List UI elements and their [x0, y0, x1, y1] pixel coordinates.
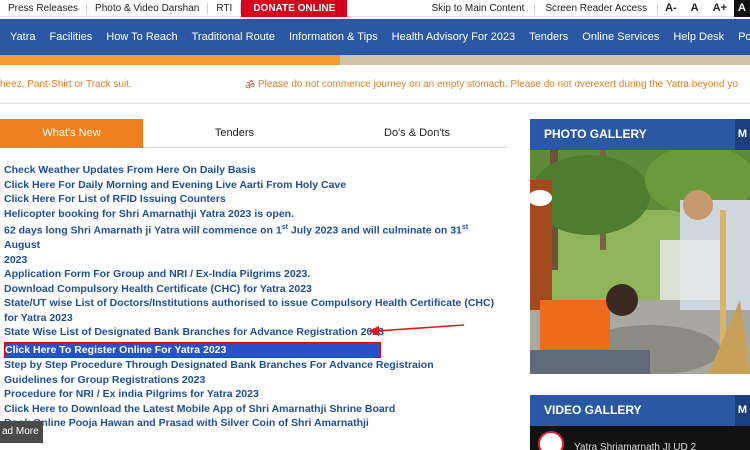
- divider: [0, 103, 750, 104]
- video-gallery-title: VIDEO GALLERY: [544, 403, 642, 417]
- tab-dos-donts[interactable]: Do's & Don'ts: [326, 119, 508, 148]
- video-gallery-cut-label: M: [735, 395, 750, 426]
- yatra-dates-c: August: [4, 239, 41, 251]
- accessibility-controls: Skip to Main Content Screen Reader Acces…: [422, 0, 750, 17]
- nav-item-policies[interactable]: Policies: [731, 31, 750, 43]
- video-title: Yatra Shriamarnath JI UD 2: [574, 442, 697, 450]
- news-link-nri-procedure[interactable]: Procedure for NRI / Ex india Pilgrims fo…: [4, 387, 504, 402]
- tab-tenders[interactable]: Tenders: [143, 119, 326, 148]
- photo-gallery-header: PHOTO GALLERY M: [530, 119, 750, 150]
- nav-item-traditional-route[interactable]: Traditional Route: [185, 31, 282, 43]
- news-link-rfid-counters[interactable]: Click Here For List of RFID Issuing Coun…: [4, 192, 504, 207]
- photo-gallery-cut-label: M: [735, 119, 750, 150]
- read-more-button[interactable]: ad More: [0, 421, 43, 443]
- news-link-mobile-app[interactable]: Click Here to Download the Latest Mobile…: [4, 402, 504, 417]
- news-link-yatra-dates[interactable]: 62 days long Shri Amarnath ji Yatra will…: [4, 221, 504, 267]
- yatra-dates-sup2: st: [461, 224, 469, 231]
- donate-online-button[interactable]: DONATE ONLINE: [241, 0, 348, 17]
- rti-link[interactable]: RTI: [208, 3, 242, 14]
- doctors-list-line2: for Yatra 2023: [4, 311, 73, 324]
- ticker-text-1: heez, Pant-Shirt or Track suit.: [0, 79, 132, 90]
- news-link-live-aarti[interactable]: Click Here For Daily Morning and Evening…: [4, 178, 504, 193]
- news-tabs: What's New Tenders Do's & Don'ts: [0, 119, 508, 148]
- yatra-dates-a: 62 days long Shri Amarnath ji Yatra will…: [4, 224, 282, 237]
- video-gallery-header: VIDEO GALLERY M: [530, 395, 750, 426]
- nav-item-online-services[interactable]: Online Services: [575, 31, 666, 43]
- news-link-weather[interactable]: Check Weather Updates From Here On Daily…: [4, 163, 504, 178]
- red-arrow-annotation: [368, 324, 465, 336]
- video-thumbnail[interactable]: Yatra Shriamarnath JI UD 2: [530, 426, 750, 450]
- news-link-pooja-hawan[interactable]: Book Online Pooja Hawan and Prasad with …: [4, 416, 504, 431]
- news-link-group-guidelines[interactable]: Guidelines for Group Registrations 2023: [4, 373, 504, 388]
- nav-item-yatra[interactable]: Yatra: [0, 31, 42, 43]
- nav-item-how-to-reach[interactable]: How To Reach: [99, 31, 184, 43]
- screen-reader-link[interactable]: Screen Reader Access: [535, 3, 659, 14]
- ticker-text-2: Please do not commence journey on an emp…: [258, 79, 738, 90]
- whats-new-list: Check Weather Updates From Here On Daily…: [4, 163, 504, 431]
- banner-stripe: [0, 55, 750, 65]
- yatra-dates-b: July 2023 and will culminate on 31: [288, 224, 462, 237]
- utility-bar: Press Releases Photo & Video Darshan RTI…: [0, 0, 750, 17]
- font-increase-button[interactable]: A+: [706, 3, 734, 14]
- om-icon: ॐ: [245, 80, 256, 92]
- nav-item-tenders[interactable]: Tenders: [522, 31, 575, 43]
- nav-item-information-tips[interactable]: Information & Tips: [282, 31, 385, 43]
- nav-item-health-advisory[interactable]: Health Advisory For 2023: [385, 31, 523, 43]
- news-link-application-form[interactable]: Application Form For Group and NRI / Ex-…: [4, 267, 504, 282]
- high-contrast-button[interactable]: A: [734, 0, 750, 17]
- news-link-chc[interactable]: Download Compulsory Health Certificate (…: [4, 282, 504, 297]
- doctors-list-line1: State/UT wise List of Doctors/Institutio…: [4, 297, 495, 309]
- volunteers-photo: [530, 150, 750, 374]
- main-nav: Yatra Facilities How To Reach Traditiona…: [0, 19, 750, 55]
- press-releases-link[interactable]: Press Releases: [0, 3, 88, 14]
- tab-whats-new[interactable]: What's New: [0, 119, 143, 148]
- photo-gallery-title: PHOTO GALLERY: [544, 127, 647, 141]
- news-link-register-online[interactable]: Click Here To Register Online For Yatra …: [4, 341, 382, 358]
- banner-image-edge: [340, 55, 750, 65]
- news-link-helicopter[interactable]: Helicopter booking for Shri Amarnathji Y…: [4, 207, 504, 222]
- news-ticker: heez, Pant-Shirt or Track suit. ॐ Please…: [0, 76, 750, 94]
- photo-gallery-image[interactable]: [530, 150, 750, 374]
- photo-video-darshan-link[interactable]: Photo & Video Darshan: [87, 3, 209, 14]
- news-link-step-by-step[interactable]: Step by Step Procedure Through Designate…: [4, 358, 504, 373]
- channel-logo-icon: [538, 431, 564, 450]
- nav-item-facilities[interactable]: Facilities: [42, 31, 99, 43]
- font-normal-button[interactable]: A: [684, 3, 706, 14]
- yatra-dates-d: 2023: [4, 253, 28, 266]
- utility-links: Press Releases Photo & Video Darshan RTI…: [0, 0, 348, 17]
- nav-item-help-desk[interactable]: Help Desk: [666, 31, 731, 43]
- skip-to-main-link[interactable]: Skip to Main Content: [422, 3, 536, 14]
- news-link-doctors-list[interactable]: State/UT wise List of Doctors/Institutio…: [4, 296, 504, 325]
- font-decrease-button[interactable]: A-: [658, 3, 684, 14]
